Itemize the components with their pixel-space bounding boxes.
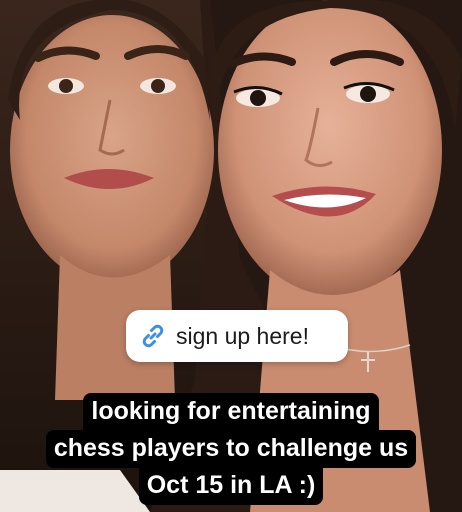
caption-line: Oct 15 in LA :) (138, 467, 324, 505)
sign-up-link-label: sign up here! (176, 322, 309, 349)
caption-line: chess players to challenge us (45, 430, 417, 468)
link-icon (138, 321, 168, 351)
sign-up-link-sticker[interactable]: sign up here! (126, 310, 348, 362)
story-frame: sign up here! looking for entertaining c… (0, 0, 462, 512)
story-caption: looking for entertaining chess players t… (0, 393, 462, 505)
caption-line: looking for entertaining (83, 393, 379, 431)
